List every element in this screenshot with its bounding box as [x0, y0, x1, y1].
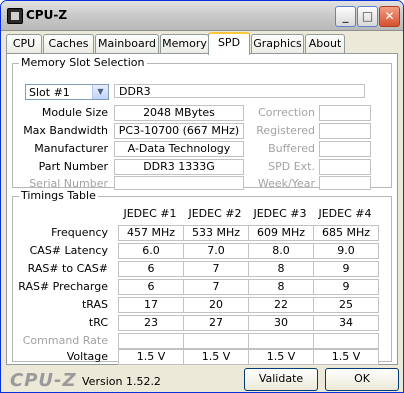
command-rate-jedec-2 — [183, 333, 249, 349]
cas-latency-jedec-4: 9.0 — [313, 243, 379, 259]
module-size-field: 2048 MBytes — [114, 105, 244, 121]
trc-jedec-1: 23 — [118, 315, 184, 331]
ras-to-cas-jedec-2: 7 — [183, 261, 249, 277]
cpuz-app-icon — [7, 8, 23, 24]
ras-precharge-jedec-1: 6 — [118, 279, 184, 295]
frequency-jedec-4: 685 MHz — [313, 225, 379, 241]
tab-spd[interactable]: SPD — [208, 32, 250, 55]
title-bar[interactable]: CPU-Z _ □ ✕ — [1, 1, 403, 31]
command-rate-label: Command Rate — [22, 334, 108, 347]
buffered-label: Buffered — [268, 142, 315, 155]
close-button[interactable]: ✕ — [379, 6, 400, 27]
week-year-field — [319, 176, 371, 190]
cpuz-window: CPU-Z _ □ ✕ CPU Caches Mainboard Memory … — [0, 0, 404, 393]
tras-jedec-3: 22 — [248, 297, 314, 313]
cas-latency-label: CAS# Latency — [29, 244, 108, 257]
cpuz-logo: CPU-Z — [10, 370, 77, 391]
maximize-button[interactable]: □ — [357, 6, 378, 27]
voltage-jedec-2: 1.5 V — [183, 349, 249, 365]
ras-precharge-jedec-3: 8 — [248, 279, 314, 295]
frequency-jedec-1: 457 MHz — [118, 225, 184, 241]
memory-slot-group: Memory Slot Selection Slot #1 ▼ DDR3 Mod… — [12, 56, 392, 190]
spd-ext-field — [319, 159, 371, 175]
tab-about[interactable]: About — [305, 34, 345, 53]
tab-graphics[interactable]: Graphics — [251, 34, 304, 53]
voltage-jedec-1: 1.5 V — [118, 349, 184, 365]
trc-jedec-2: 27 — [183, 315, 249, 331]
trc-label: tRC — [88, 316, 108, 329]
slot-select-value: Slot #1 — [29, 86, 70, 99]
timings-table-group-title: Timings Table — [19, 189, 98, 202]
version-text: Version 1.52.2 — [82, 375, 161, 388]
ras-to-cas-jedec-1: 6 — [118, 261, 184, 277]
memory-slot-group-title: Memory Slot Selection — [19, 56, 147, 69]
ras-to-cas-jedec-4: 9 — [313, 261, 379, 277]
spd-panel: Memory Slot Selection Slot #1 ▼ DDR3 Mod… — [6, 53, 398, 365]
voltage-jedec-4: 1.5 V — [313, 349, 379, 365]
manufacturer-label: Manufacturer — [34, 142, 108, 155]
manufacturer-field: A-Data Technology — [114, 141, 244, 157]
module-size-label: Module Size — [41, 106, 108, 119]
column-header-jedec-1: JEDEC #1 — [123, 207, 177, 220]
tras-jedec-4: 25 — [313, 297, 379, 313]
validate-button[interactable]: Validate — [244, 368, 318, 391]
ras-precharge-jedec-2: 7 — [183, 279, 249, 295]
max-bandwidth-field: PC3-10700 (667 MHz) — [114, 123, 244, 139]
tras-label: tRAS — [81, 298, 108, 311]
frequency-jedec-3: 609 MHz — [248, 225, 314, 241]
tras-jedec-1: 17 — [118, 297, 184, 313]
command-rate-jedec-1 — [118, 333, 184, 349]
tab-cpu[interactable]: CPU — [6, 34, 42, 53]
correction-field — [319, 105, 371, 121]
part-number-label: Part Number — [38, 160, 108, 173]
frequency-label: Frequency — [51, 226, 108, 239]
tab-mainboard[interactable]: Mainboard — [95, 34, 159, 53]
max-bandwidth-label: Max Bandwidth — [23, 124, 108, 137]
cas-latency-jedec-2: 7.0 — [183, 243, 249, 259]
timings-table-group: Timings Table JEDEC #1 JEDEC #2 JEDEC #3… — [12, 189, 392, 365]
tras-jedec-2: 20 — [183, 297, 249, 313]
trc-jedec-3: 30 — [248, 315, 314, 331]
command-rate-jedec-4 — [313, 333, 379, 349]
registered-label: Registered — [256, 124, 315, 137]
spd-ext-label: SPD Ext. — [268, 160, 315, 173]
tab-caches[interactable]: Caches — [43, 34, 94, 53]
cas-latency-jedec-1: 6.0 — [118, 243, 184, 259]
minimize-button[interactable]: _ — [335, 6, 356, 27]
correction-label: Correction — [258, 106, 315, 119]
ras-to-cas-jedec-3: 8 — [248, 261, 314, 277]
ras-precharge-label: RAS# Precharge — [18, 280, 108, 293]
command-rate-jedec-3 — [248, 333, 314, 349]
slot-select[interactable]: Slot #1 ▼ — [25, 84, 109, 100]
column-header-jedec-2: JEDEC #2 — [188, 207, 242, 220]
part-number-field: DDR3 1333G — [114, 159, 244, 175]
ok-button[interactable]: OK — [325, 368, 399, 391]
frequency-jedec-2: 533 MHz — [183, 225, 249, 241]
tab-memory[interactable]: Memory — [160, 34, 209, 53]
column-header-jedec-4: JEDEC #4 — [318, 207, 372, 220]
trc-jedec-4: 34 — [313, 315, 379, 331]
window-title: CPU-Z — [26, 8, 68, 22]
voltage-jedec-3: 1.5 V — [248, 349, 314, 365]
ras-to-cas-label: RAS# to CAS# — [27, 262, 108, 275]
serial-number-field — [114, 176, 244, 190]
week-year-label: Week/Year — [257, 177, 315, 190]
ras-precharge-jedec-4: 9 — [313, 279, 379, 295]
registered-field — [319, 123, 371, 139]
voltage-label: Voltage — [66, 350, 108, 363]
column-header-jedec-3: JEDEC #3 — [253, 207, 307, 220]
chevron-down-icon[interactable]: ▼ — [92, 85, 108, 99]
buffered-field — [319, 141, 371, 157]
cas-latency-jedec-3: 8.0 — [248, 243, 314, 259]
memory-type-field: DDR3 — [114, 84, 365, 98]
